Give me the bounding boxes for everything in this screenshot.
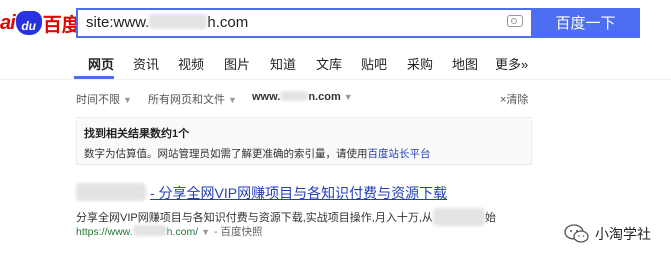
search-button[interactable]: 百度一下	[531, 8, 640, 38]
tabs-divider	[0, 79, 671, 80]
tab-more[interactable]: 更多»	[495, 54, 528, 73]
tab-zhidao[interactable]: 知道	[270, 54, 296, 73]
redacted-mask	[76, 183, 146, 201]
tab-news[interactable]: 资讯	[133, 54, 159, 73]
result-snippet-start: 分享全网VIP网赚项目与各知识付费与资源下载,实战项目操作,月入十万,从	[76, 212, 433, 224]
logo-text-baidu: 百度	[42, 14, 81, 36]
search-tabs: 网页 资讯 视频 图片 知道 文库 贴吧 采购 地图 更多»	[0, 48, 671, 78]
caret-down-icon: ▼	[123, 95, 132, 105]
tab-tieba[interactable]: 贴吧	[361, 54, 387, 73]
logo-text-ai: ai	[0, 11, 16, 34]
url-separator: -	[214, 226, 218, 238]
filter-site[interactable]: www. n.com ▼	[252, 91, 353, 103]
result-url[interactable]: https://www. h.com/▼ - 百度快照	[76, 224, 262, 239]
redacted-mask	[432, 208, 485, 226]
caret-down-icon: ▼	[228, 95, 237, 105]
redacted-mask	[132, 225, 167, 236]
tab-images[interactable]: 图片	[224, 54, 250, 73]
tab-web[interactable]: 网页	[88, 54, 114, 73]
caret-down-icon[interactable]: ▼	[201, 227, 210, 237]
tab-video[interactable]: 视频	[178, 54, 204, 73]
result-title-link[interactable]: - 分享全网VIP网赚项目与各知识付费与资源下载	[150, 183, 447, 203]
webmaster-platform-link[interactable]: 百度站长平台	[368, 148, 431, 160]
tab-procurement[interactable]: 采购	[407, 54, 433, 73]
notice-body: 数字为估算值。网站管理员如需了解更准确的索引量，请使用百度站长平台	[84, 146, 431, 161]
notice-body-text: 数字为估算值。网站管理员如需了解更准确的索引量，请使用	[84, 148, 368, 160]
redacted-mask	[149, 14, 208, 29]
redacted-mask	[280, 91, 309, 101]
clear-filter-button[interactable]: ×清除	[500, 91, 528, 107]
wechat-icon	[564, 224, 589, 243]
result-snippet-end: 始	[484, 212, 496, 224]
filter-site-suffix: n.com	[308, 91, 341, 103]
logo-text-du: du	[21, 19, 37, 33]
result-url-suffix: h.com/	[166, 226, 199, 238]
tab-wenku[interactable]: 文库	[316, 54, 342, 73]
filter-time[interactable]: 时间不限 ▼	[76, 91, 132, 107]
tab-map[interactable]: 地图	[452, 54, 478, 73]
camera-icon[interactable]	[507, 15, 523, 27]
filter-scope-label: 所有网页和文件	[148, 94, 225, 106]
filter-time-label: 时间不限	[76, 94, 120, 106]
baidu-snapshot-link[interactable]: 百度快照	[220, 226, 262, 238]
watermark: 小淘学社	[564, 224, 651, 244]
filter-site-prefix: www.	[252, 91, 281, 103]
search-query-prefix: site:www.	[86, 14, 150, 31]
result-url-prefix: https://www.	[76, 226, 133, 238]
watermark-text: 小淘学社	[595, 226, 651, 242]
search-query: site:www. h.com	[86, 12, 248, 34]
baidu-logo[interactable]: ai du 百度	[0, 6, 81, 40]
notice-title: 找到相关结果数约1个	[84, 128, 190, 140]
search-query-suffix: h.com	[207, 14, 249, 31]
filter-scope[interactable]: 所有网页和文件 ▼	[148, 91, 237, 107]
caret-down-icon: ▼	[343, 92, 353, 102]
paw-icon: du	[15, 11, 42, 35]
